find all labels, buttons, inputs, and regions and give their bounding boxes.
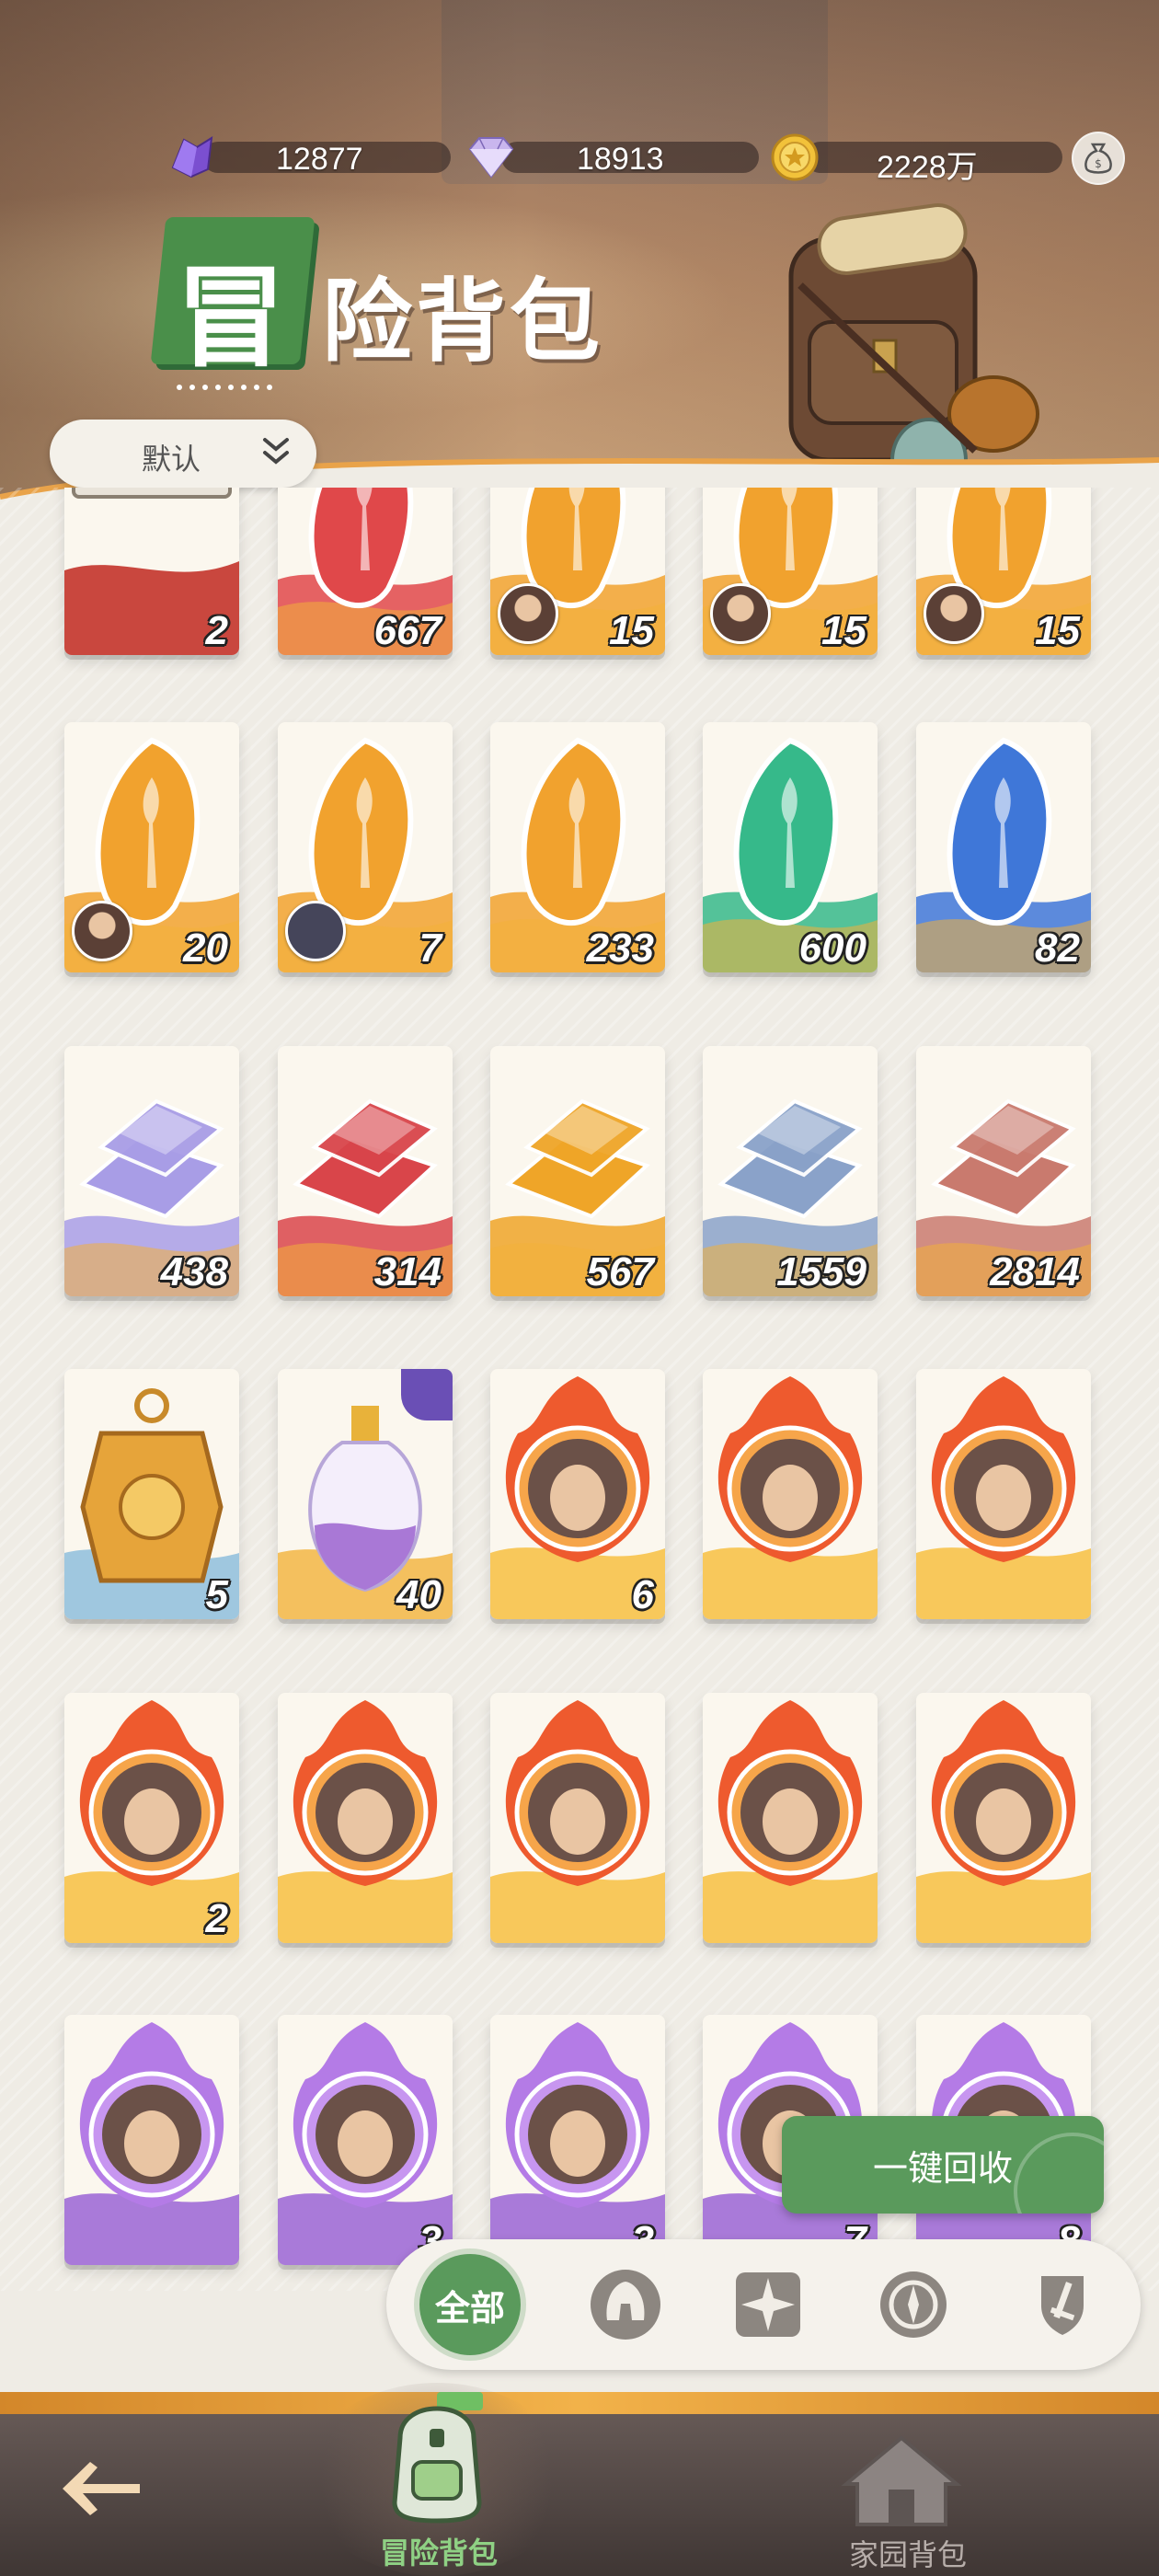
- inventory-item-card[interactable]: 3: [278, 2015, 453, 2265]
- hero-portrait-fire-icon: [703, 1700, 878, 1943]
- sword-shield-filter-icon[interactable]: [1021, 2263, 1104, 2346]
- inventory-item-card[interactable]: 20: [64, 722, 239, 972]
- inventory-item-card[interactable]: 600: [703, 722, 878, 972]
- nav-home-label[interactable]: 家园背包: [849, 2532, 967, 2574]
- inventory-item-card[interactable]: [490, 1693, 665, 1943]
- item-count: 15: [821, 608, 866, 653]
- inventory-item-card[interactable]: 438: [64, 1046, 239, 1296]
- inventory-item-card[interactable]: 82: [916, 722, 1091, 972]
- inventory-item-card[interactable]: [703, 1693, 878, 1943]
- title-badge: 冒: [150, 217, 316, 383]
- item-count: 82: [1035, 926, 1080, 971]
- currency-diamond-value: 18913: [577, 142, 664, 177]
- title-dots: [177, 385, 272, 390]
- inventory-item-card[interactable]: [916, 1693, 1091, 1943]
- hero-avatar-badge: [710, 583, 771, 644]
- gold-coin-icon: [771, 133, 819, 181]
- item-count: 15: [609, 608, 654, 653]
- inventory-item-card[interactable]: 2: [64, 1693, 239, 1943]
- hero-avatar-badge: [924, 583, 984, 644]
- filter-bar: 全部: [386, 2239, 1141, 2370]
- inventory-item-card[interactable]: 233: [490, 722, 665, 972]
- money-bag-icon: $: [1084, 143, 1112, 174]
- item-count: 2: [205, 608, 228, 653]
- compass-filter-icon[interactable]: [872, 2263, 955, 2346]
- inventory-item-card[interactable]: 667: [278, 488, 453, 655]
- inventory-item-card[interactable]: 567: [490, 1046, 665, 1296]
- hero-portrait-fire-icon: [916, 1376, 1091, 1619]
- inventory-item-card[interactable]: 7: [278, 722, 453, 972]
- inventory-item-card[interactable]: [916, 1369, 1091, 1619]
- helmet-filter-icon[interactable]: [584, 2263, 667, 2346]
- item-count: 5: [205, 1572, 228, 1617]
- filter-all-button[interactable]: 全部: [419, 2254, 521, 2355]
- inventory-item-card[interactable]: 15: [490, 488, 665, 655]
- inventory-grid: 2 667 15 15 15 20 7 233 600 82 438 314 5…: [0, 488, 1159, 2291]
- item-count: 2: [205, 1896, 228, 1941]
- inventory-item-card[interactable]: 1559: [703, 1046, 878, 1296]
- inventory-item-card[interactable]: 40: [278, 1369, 453, 1619]
- purple-crystal-icon: [171, 136, 213, 178]
- inventory-item-card[interactable]: 5: [64, 1369, 239, 1619]
- inventory-item-card[interactable]: 314: [278, 1046, 453, 1296]
- item-count: 600: [798, 926, 866, 971]
- sort-label: 默认: [142, 443, 201, 476]
- star-compass-filter-icon[interactable]: [727, 2263, 809, 2346]
- currency-diamond: 18913: [465, 137, 759, 178]
- inventory-item-card[interactable]: 2: [64, 488, 239, 655]
- back-arrow-icon[interactable]: [57, 2456, 145, 2521]
- title-first-char: 冒: [176, 255, 287, 383]
- money-bag-button[interactable]: $: [1072, 132, 1125, 185]
- item-count: 7: [419, 926, 442, 971]
- item-count: 6: [631, 1572, 654, 1617]
- rarity-corner-icon: [401, 1369, 453, 1420]
- item-count: 2814: [990, 1249, 1080, 1294]
- home-icon[interactable]: [828, 2429, 975, 2530]
- hero-portrait-fire-icon: [703, 1376, 878, 1619]
- currency-gold-value: 2228万: [877, 150, 978, 185]
- item-count: 1559: [776, 1249, 866, 1294]
- sort-dropdown[interactable]: 默认: [50, 420, 316, 488]
- inventory-item-card[interactable]: 15: [916, 488, 1091, 655]
- chevron-down-icon: [263, 438, 289, 465]
- currency-purple-value: 12877: [276, 142, 363, 177]
- inventory-item-card[interactable]: [703, 1369, 878, 1619]
- hero-avatar-badge: [72, 901, 132, 961]
- inventory-item-card[interactable]: [278, 1693, 453, 1943]
- item-count: 40: [396, 1572, 442, 1617]
- nav-adventure-label: 冒险背包: [380, 2536, 499, 2570]
- item-count: 314: [373, 1249, 442, 1294]
- item-count: 567: [586, 1249, 654, 1294]
- diamond-icon: [468, 137, 514, 178]
- hero-portrait-purple-icon: [64, 2022, 239, 2265]
- inventory-item-card[interactable]: 6: [490, 1369, 665, 1619]
- inventory-item-card[interactable]: 3: [490, 2015, 665, 2265]
- green-backpack-icon: [392, 2392, 483, 2524]
- hero-portrait-fire-icon: [278, 1700, 453, 1943]
- bottom-nav: [0, 2392, 1159, 2576]
- hero-portrait-fire-icon: [916, 1700, 1091, 1943]
- inventory-item-card[interactable]: 2814: [916, 1046, 1091, 1296]
- puzzle-piece-icon: [285, 901, 346, 961]
- item-count: 20: [183, 926, 228, 971]
- page-title: 险背包: [322, 270, 604, 372]
- item-count: 15: [1035, 608, 1080, 653]
- svg-text:$: $: [1095, 157, 1102, 170]
- item-count: 438: [160, 1249, 228, 1294]
- inventory-item-card[interactable]: [64, 2015, 239, 2265]
- item-count: 233: [586, 926, 654, 971]
- hero-avatar-badge: [498, 583, 558, 644]
- currency-gold: 2228万: [768, 133, 1062, 185]
- inventory-item-card[interactable]: 15: [703, 488, 878, 655]
- currency-purple-crystal: 12877: [166, 136, 451, 178]
- item-count: 667: [373, 608, 442, 653]
- one-click-recycle-button[interactable]: 一键回收: [782, 2116, 1104, 2214]
- hero-portrait-fire-icon: [490, 1700, 665, 1943]
